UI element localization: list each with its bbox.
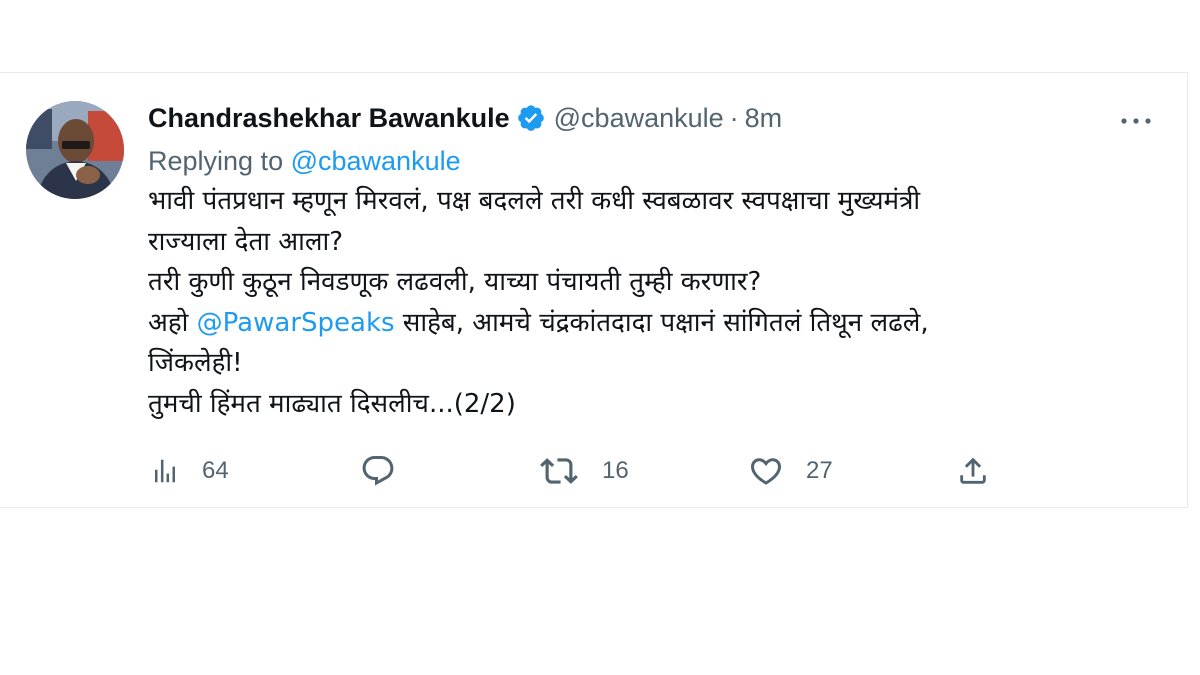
tweet-line: अहो @PawarSpeaks साहेब, आमचे चंद्रकांतदा…: [148, 303, 1148, 344]
replying-to: Replying to @cbawankule: [148, 141, 1148, 181]
page: Chandrashekhar Bawankule @cbawankule · 8…: [0, 0, 1200, 675]
views-count: 64: [202, 457, 229, 484]
avatar[interactable]: [26, 101, 124, 199]
analytics-icon: [150, 456, 180, 486]
tweet-header: Chandrashekhar Bawankule @cbawankule · 8…: [148, 97, 1148, 139]
share-button[interactable]: [956, 449, 990, 493]
retweet-icon: [540, 452, 578, 490]
share-icon: [956, 454, 990, 488]
user-handle[interactable]: @cbawankule: [554, 103, 724, 134]
separator-dot: ·: [729, 102, 739, 133]
verified-badge-icon: [516, 103, 546, 133]
retweet-button[interactable]: 16: [540, 449, 629, 493]
reply-bubble-icon: [360, 453, 396, 489]
like-count: 27: [806, 457, 833, 484]
display-name[interactable]: Chandrashekhar Bawankule: [148, 103, 510, 134]
tweet-actions: 64 16 27: [148, 449, 1048, 493]
avatar-image: [26, 101, 124, 199]
tweet-line-suffix: साहेब, आमचे चंद्रकांतदादा पक्षानं सांगित…: [394, 307, 929, 338]
tweet-line: भावी पंतप्रधान म्हणून मिरवलं, पक्ष बदलले…: [148, 186, 921, 216]
more-dots-icon[interactable]: [1116, 109, 1156, 133]
like-button[interactable]: 27: [748, 449, 833, 493]
mention-link[interactable]: @PawarSpeaks: [197, 308, 395, 338]
tweet-line: राज्याला देता आला?: [148, 226, 344, 257]
reply-prefix: Replying to: [148, 146, 291, 176]
tweet-content: Chandrashekhar Bawankule @cbawankule · 8…: [148, 97, 1148, 424]
tweet-card[interactable]: Chandrashekhar Bawankule @cbawankule · 8…: [0, 72, 1188, 508]
tweet-line: तरी कुणी कुठून निवडणूक लढवली, याच्या पंच…: [148, 267, 762, 297]
timestamp[interactable]: 8m: [745, 103, 783, 134]
tweet-line: जिंकलेही!: [148, 348, 243, 378]
views-button[interactable]: 64: [150, 449, 229, 493]
tweet-line-prefix: अहो: [148, 307, 197, 338]
heart-icon: [748, 453, 784, 489]
retweet-count: 16: [602, 457, 629, 484]
tweet-line: तुमची हिंमत माढ्यात दिसलीच...(2/2): [148, 388, 516, 419]
reply-to-handle[interactable]: @cbawankule: [291, 146, 461, 176]
tweet-text: भावी पंतप्रधान म्हणून मिरवलं, पक्ष बदलले…: [148, 181, 1148, 424]
reply-button[interactable]: [360, 449, 418, 493]
